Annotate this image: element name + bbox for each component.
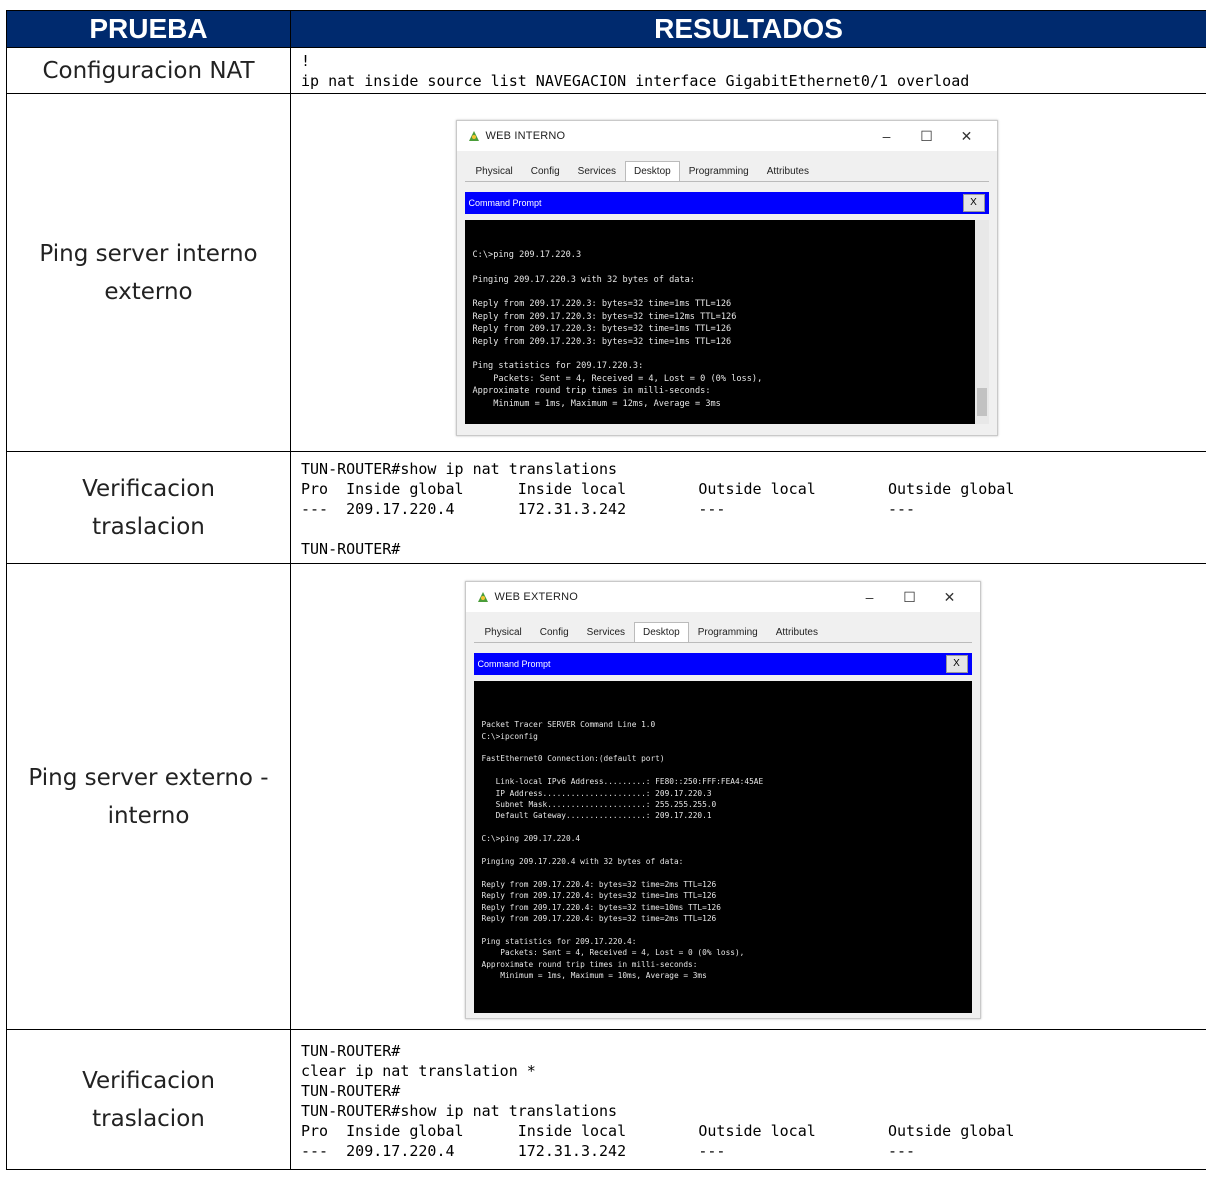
maximize-icon[interactable]: ☐	[890, 589, 930, 606]
tab-desktop[interactable]: Desktop	[634, 622, 689, 642]
cli-line: TUN-ROUTER#	[301, 1042, 401, 1060]
packet-tracer-icon	[468, 131, 479, 141]
cli-line: TUN-ROUTER#show ip nat translations	[301, 460, 618, 478]
row-verificacion-1: Verificacion traslacion TUN-ROUTER#show …	[6, 451, 1206, 564]
tab-attributes[interactable]: Attributes	[758, 161, 818, 181]
row-ping-interno-externo: Ping server interno externo WEB INTERNO …	[6, 93, 1206, 452]
header-row: PRUEBA RESULTADOS	[6, 10, 1206, 48]
tab-services[interactable]: Services	[578, 622, 634, 642]
row-label: Ping server interno externo	[6, 93, 291, 452]
row-configuracion-nat: Configuracion NAT ! ip nat inside source…	[6, 47, 1206, 94]
row-label-line: traslacion	[92, 1105, 205, 1132]
row-label-line: Configuracion NAT	[42, 57, 255, 84]
minimize-icon[interactable]: –	[867, 128, 907, 144]
header-resultados: RESULTADOS	[290, 10, 1206, 48]
tab-programming[interactable]: Programming	[689, 622, 767, 642]
row-label: Verificacion traslacion	[6, 1029, 291, 1170]
cli-line: --- 209.17.220.4 172.31.3.242 --- ---	[301, 500, 916, 518]
window-tabs: Physical Config Services Desktop Program…	[466, 612, 980, 642]
tab-divider	[464, 181, 989, 182]
cli-line: clear ip nat translation *	[301, 1062, 536, 1080]
command-prompt-title: Command Prompt	[477, 659, 551, 669]
cli-line: TUN-ROUTER#show ip nat translations	[301, 1102, 618, 1120]
row-label-line: Verificacion	[82, 1067, 215, 1094]
packet-tracer-icon	[477, 592, 488, 602]
row-label-line: Verificacion	[82, 475, 215, 502]
row-label-line: Ping server externo -	[28, 764, 269, 791]
window-title: WEB EXTERNO	[494, 591, 578, 603]
tab-config[interactable]: Config	[531, 622, 578, 642]
command-prompt-bar: Command Prompt X	[473, 653, 972, 675]
row-label-line: interno	[107, 802, 190, 829]
tab-programming[interactable]: Programming	[680, 161, 758, 181]
pt-window-web-externo: WEB EXTERNO – ☐ ✕ Physical Config Servic…	[464, 581, 981, 1019]
window-title: WEB INTERNO	[485, 130, 566, 142]
cli-line: --- 209.17.220.4 172.31.3.242 --- ---	[301, 1142, 916, 1160]
row-label-line: traslacion	[92, 513, 205, 540]
tab-physical[interactable]: Physical	[476, 622, 531, 642]
maximize-icon[interactable]: ☐	[907, 128, 947, 145]
tab-physical[interactable]: Physical	[467, 161, 522, 181]
header-prueba: PRUEBA	[6, 10, 291, 48]
cli-output: ! ip nat inside source list NAVEGACION i…	[290, 47, 1206, 94]
row-ping-externo-interno: Ping server externo - interno WEB EXTERN…	[6, 563, 1206, 1030]
row-verificacion-2: Verificacion traslacion TUN-ROUTER# clea…	[6, 1029, 1206, 1170]
terminal-output[interactable]: Packet Tracer SERVER Command Line 1.0 C:…	[473, 681, 972, 1013]
tab-attributes[interactable]: Attributes	[767, 622, 827, 642]
minimize-icon[interactable]: –	[850, 589, 890, 605]
row-label: Configuracion NAT	[6, 47, 291, 94]
cli-output: TUN-ROUTER# clear ip nat translation * T…	[290, 1029, 1206, 1170]
results-table: PRUEBA RESULTADOS Configuracion NAT ! ip…	[6, 10, 1206, 1170]
row-label-line: Ping server interno	[39, 240, 258, 267]
screenshot-cell: WEB INTERNO – ☐ ✕ Physical Config Servic…	[290, 93, 1206, 452]
terminal-scrollbar[interactable]	[974, 220, 989, 424]
row-label: Verificacion traslacion	[6, 451, 291, 564]
terminal-text: C:\>ping 209.17.220.3 Pinging 209.17.220…	[472, 249, 763, 409]
cli-line: Pro Inside global Inside local Outside l…	[301, 1122, 1015, 1140]
cli-line: TUN-ROUTER#	[301, 540, 401, 558]
close-icon[interactable]: ✕	[947, 128, 987, 145]
cli-line: ip nat inside source list NAVEGACION int…	[301, 72, 970, 90]
close-icon[interactable]: ✕	[930, 589, 970, 606]
window-titlebar: WEB EXTERNO – ☐ ✕	[465, 582, 980, 612]
tab-divider	[473, 642, 972, 643]
window-titlebar: WEB INTERNO – ☐ ✕	[456, 121, 997, 151]
tab-desktop[interactable]: Desktop	[625, 161, 680, 181]
cli-line: !	[301, 52, 311, 70]
cli-line: TUN-ROUTER#	[301, 1082, 401, 1100]
command-prompt-title: Command Prompt	[468, 198, 542, 208]
window-tabs: Physical Config Services Desktop Program…	[457, 151, 997, 181]
tab-services[interactable]: Services	[569, 161, 625, 181]
cli-output: TUN-ROUTER#show ip nat translations Pro …	[290, 451, 1206, 564]
row-label: Ping server externo - interno	[6, 563, 291, 1030]
command-prompt-close-button[interactable]: X	[945, 655, 968, 673]
pt-window-web-interno: WEB INTERNO – ☐ ✕ Physical Config Servic…	[455, 120, 998, 436]
command-prompt-close-button[interactable]: X	[962, 194, 985, 212]
cli-line: Pro Inside global Inside local Outside l…	[301, 480, 1015, 498]
terminal-output[interactable]: C:\>ping 209.17.220.3 Pinging 209.17.220…	[464, 220, 989, 424]
command-prompt-bar: Command Prompt X	[464, 192, 989, 214]
terminal-text: Packet Tracer SERVER Command Line 1.0 C:…	[481, 720, 764, 981]
row-label-line: externo	[104, 278, 193, 305]
tab-config[interactable]: Config	[522, 161, 569, 181]
screenshot-cell: WEB EXTERNO – ☐ ✕ Physical Config Servic…	[290, 563, 1206, 1030]
